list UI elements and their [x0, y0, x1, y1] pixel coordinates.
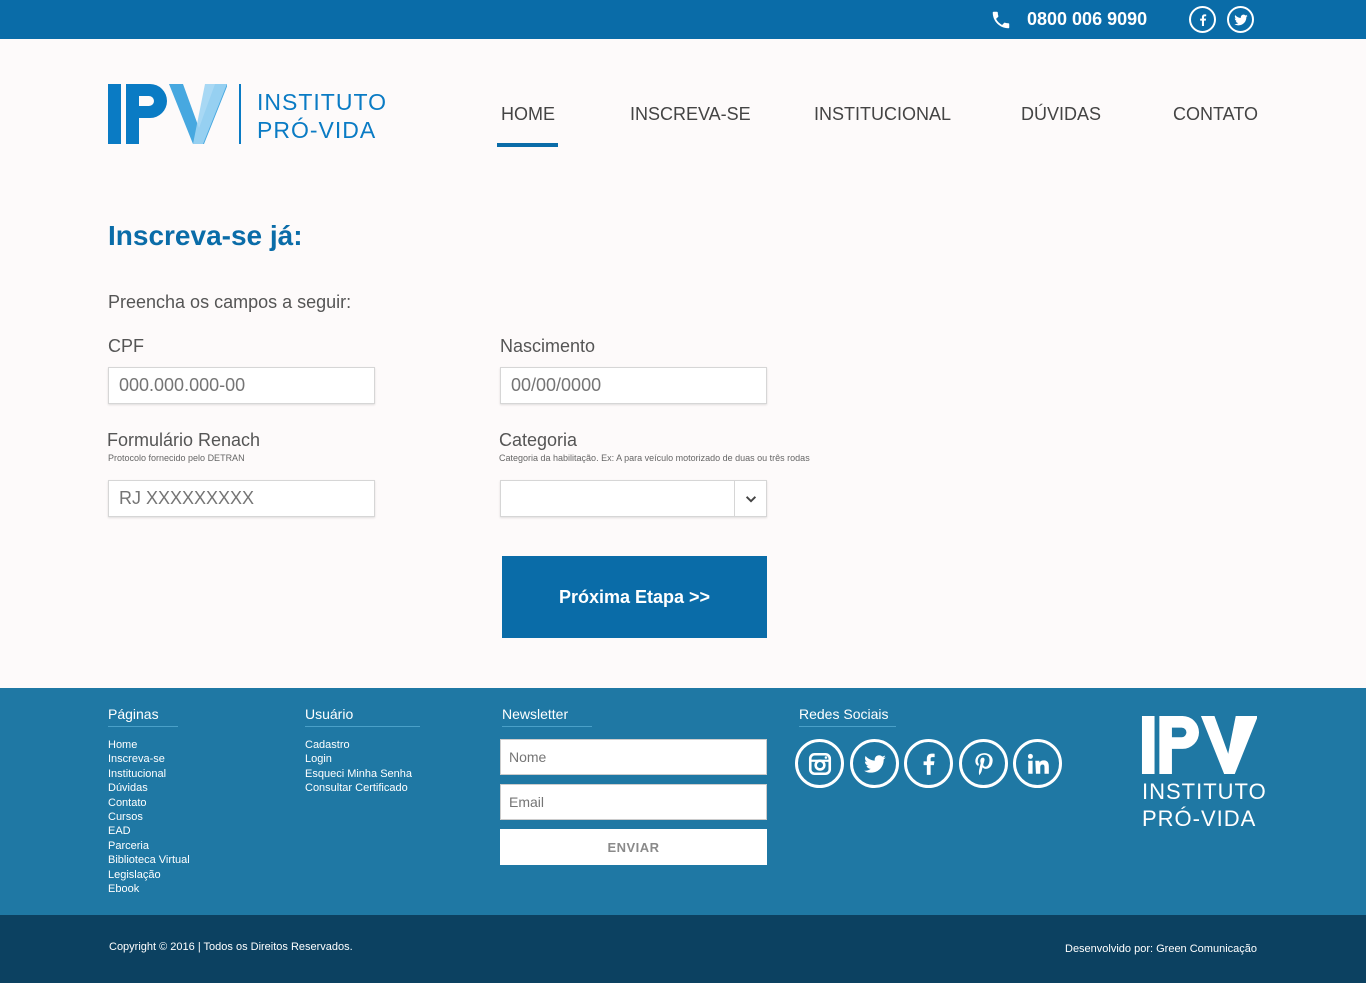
nav-item-inscreva-se[interactable]: INSCREVA-SE [630, 104, 751, 125]
categoria-select[interactable] [500, 480, 767, 517]
nascimento-label: Nascimento [500, 336, 596, 356]
logo-text: INSTITUTO PRÓ-VIDA [257, 88, 387, 144]
footer-link-ebook[interactable]: Ebook [108, 882, 190, 896]
footer-link-cursos[interactable]: Cursos [108, 810, 190, 824]
nav-item-home[interactable]: HOME [501, 104, 555, 125]
footer-link-institucional[interactable]: Institucional [108, 767, 190, 781]
form-intro: Preencha os campos a seguir: [108, 292, 352, 312]
logo-divider [239, 84, 241, 144]
chevron-down-icon[interactable] [734, 481, 766, 516]
footer-logo-line-1: INSTITUTO [1142, 779, 1267, 804]
newsletter-submit-button[interactable]: ENVIAR [500, 829, 767, 865]
developer-credit-link[interactable]: Desenvolvido por: Green Comunicação [1065, 943, 1257, 955]
copyright-text: Copyright © 2016 | Todos os Direitos Res… [109, 941, 353, 953]
site-logo[interactable]: INSTITUTO PRÓ-VIDA [107, 82, 386, 148]
instagram-icon[interactable] [795, 739, 844, 788]
ipv-footer-logo-mark [1141, 716, 1258, 774]
ipv-logo-mark [108, 84, 227, 144]
cpf-input[interactable] [108, 367, 375, 404]
nav-item-contato[interactable]: CONTATO [1173, 104, 1258, 125]
twitter-icon[interactable] [1227, 6, 1254, 33]
footer-link-ead[interactable]: EAD [108, 824, 190, 838]
footer-link-parceria[interactable]: Parceria [108, 839, 190, 853]
facebook-icon[interactable] [904, 739, 953, 788]
footer-user-list: Cadastro Login Esqueci Minha Senha Consu… [305, 738, 412, 796]
footer-link-home[interactable]: Home [108, 738, 190, 752]
footer-link-esqueci-senha[interactable]: Esqueci Minha Senha [305, 767, 412, 781]
footer-link-consultar-certificado[interactable]: Consultar Certificado [305, 781, 412, 795]
nascimento-input[interactable] [500, 367, 767, 404]
footer-pages-list: Home Inscreva-se Institucional Dúvidas C… [108, 738, 190, 896]
newsletter-name-input[interactable] [500, 739, 767, 775]
nav-item-institucional[interactable]: INSTITUCIONAL [814, 104, 951, 125]
twitter-icon[interactable] [850, 739, 899, 788]
footer-social-title: Redes Sociais [799, 706, 896, 727]
footer-link-duvidas[interactable]: Dúvidas [108, 781, 190, 795]
newsletter-email-input[interactable] [500, 784, 767, 820]
facebook-icon[interactable] [1189, 6, 1216, 33]
next-step-button[interactable]: Próxima Etapa >> [502, 556, 767, 638]
phone-number-link[interactable]: 0800 006 9090 [1027, 9, 1147, 30]
renach-input[interactable] [108, 480, 375, 517]
footer-link-cadastro[interactable]: Cadastro [305, 738, 412, 752]
footer-link-contato[interactable]: Contato [108, 796, 190, 810]
categoria-hint: Categoria da habilitação. Ex: A para veí… [499, 453, 810, 463]
footer-pages-title: Páginas [108, 706, 178, 727]
pinterest-icon[interactable] [959, 739, 1008, 788]
footer-link-inscreva-se[interactable]: Inscreva-se [108, 752, 190, 766]
logo-line-1: INSTITUTO [257, 89, 387, 115]
footer-logo-text: INSTITUTO PRÓ-VIDA [1142, 778, 1267, 832]
logo-line-2: PRÓ-VIDA [257, 117, 377, 143]
footer-newsletter-title: Newsletter [502, 706, 592, 727]
phone-icon [990, 9, 1012, 31]
footer-link-login[interactable]: Login [305, 752, 412, 766]
cpf-label: CPF [108, 336, 144, 356]
footer-logo[interactable]: INSTITUTO PRÓ-VIDA [1141, 714, 1266, 834]
top-bar [0, 0, 1366, 39]
linkedin-icon[interactable] [1013, 739, 1062, 788]
footer-user-title: Usuário [305, 706, 420, 727]
footer-link-biblioteca-virtual[interactable]: Biblioteca Virtual [108, 853, 190, 867]
footer-link-legislacao[interactable]: Legislação [108, 868, 190, 882]
nav-item-duvidas[interactable]: DÚVIDAS [1021, 104, 1101, 125]
footer-logo-line-2: PRÓ-VIDA [1142, 806, 1257, 831]
categoria-label: Categoria [499, 430, 578, 450]
renach-label: Formulário Renach [107, 430, 261, 450]
nav-active-indicator [497, 143, 558, 147]
page-title: Inscreva-se já: [108, 220, 303, 251]
renach-hint: Protocolo fornecido pelo DETRAN [108, 453, 245, 463]
